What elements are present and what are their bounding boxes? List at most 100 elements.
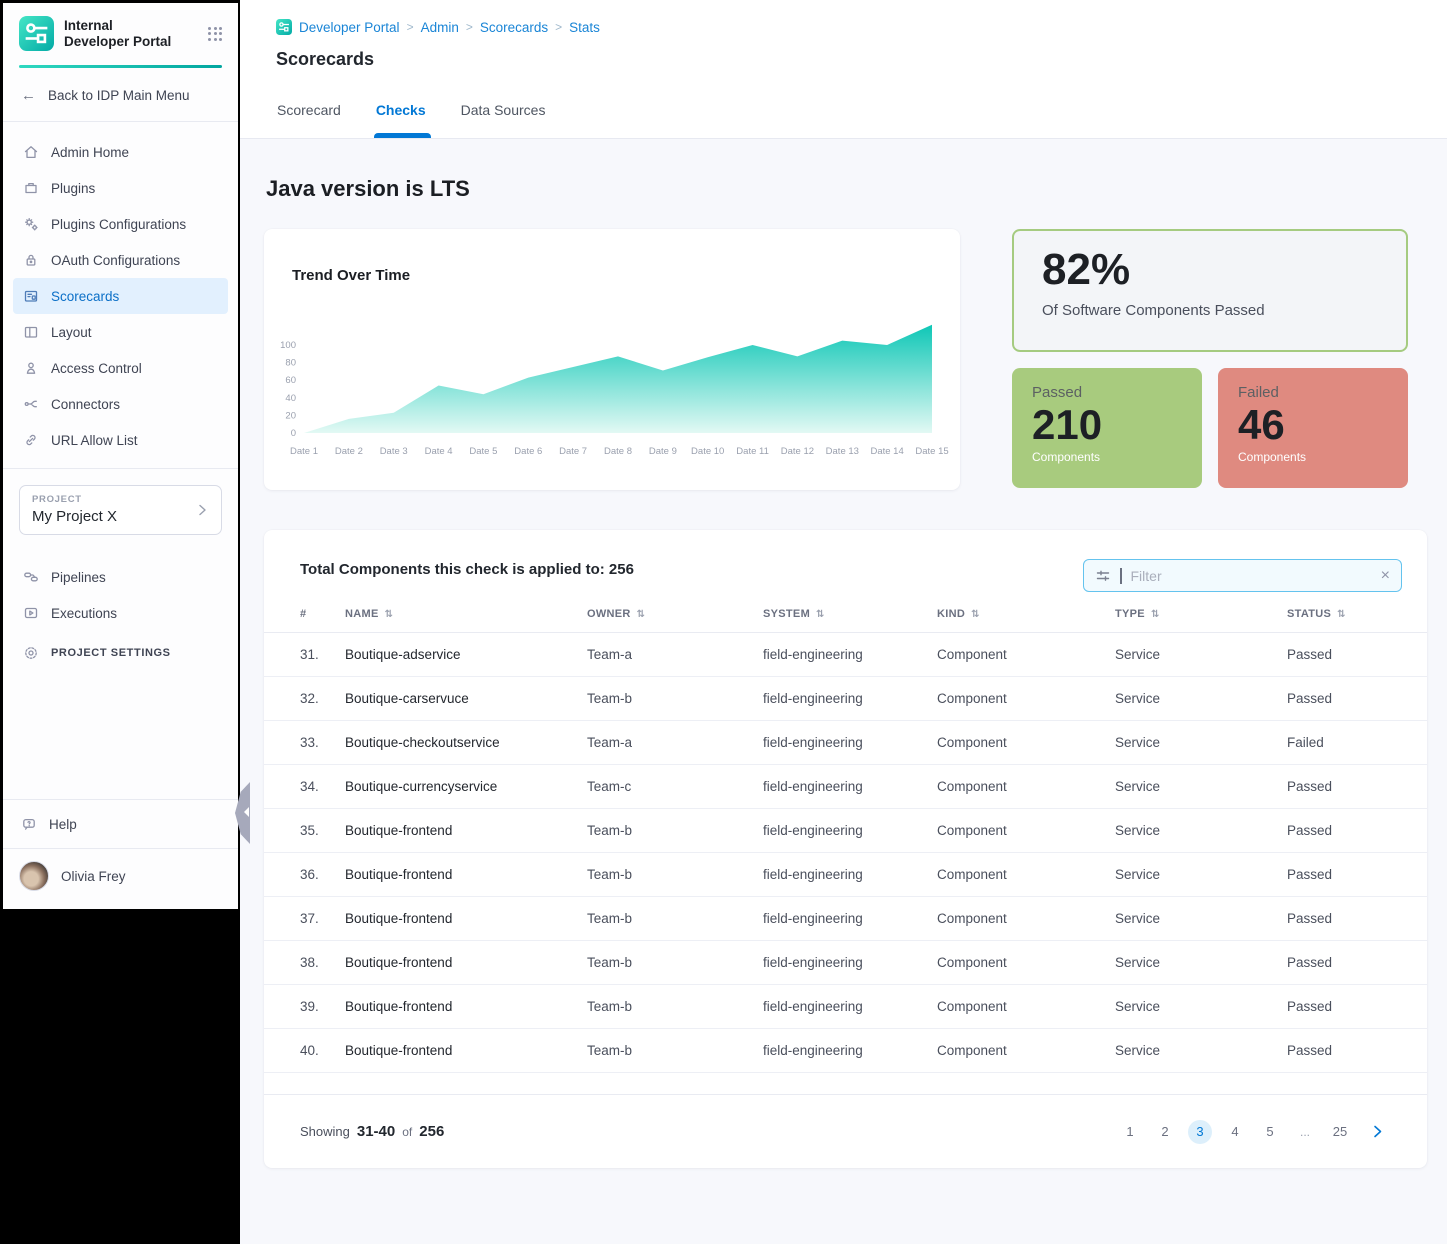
page-button-4[interactable]: 4 — [1223, 1120, 1247, 1144]
cell-owner: Team-b — [587, 809, 763, 853]
cell-status: Passed — [1287, 853, 1427, 897]
sidebar-item-project-settings[interactable]: PROJECT SETTINGS — [13, 635, 228, 671]
failed-caption: Components — [1238, 450, 1388, 464]
cell-index: 31. — [264, 633, 345, 677]
breadcrumb-item-stats[interactable]: Stats — [569, 20, 600, 35]
page-button-1[interactable]: 1 — [1118, 1120, 1142, 1144]
sidebar-nav: Admin HomePluginsPlugins ConfigurationsO… — [3, 122, 238, 462]
app-grid-icon[interactable] — [206, 25, 224, 43]
clear-filter-icon[interactable]: × — [1381, 568, 1390, 584]
sidebar-item-plugins-configurations[interactable]: Plugins Configurations — [13, 206, 228, 242]
cell-owner: Team-a — [587, 721, 763, 765]
table-row[interactable]: 37.Boutique-frontendTeam-bfield-engineer… — [264, 897, 1427, 941]
breadcrumb-separator: > — [555, 20, 562, 34]
cell-kind: Component — [937, 853, 1115, 897]
svg-text:Date 11: Date 11 — [736, 446, 769, 457]
breadcrumb-item-developer-portal[interactable]: Developer Portal — [299, 20, 400, 35]
cell-status: Failed — [1287, 721, 1427, 765]
sidebar-item-executions[interactable]: Executions — [13, 595, 228, 631]
svg-text:Date 15: Date 15 — [915, 446, 948, 457]
sidebar-item-url-allow-list[interactable]: URL Allow List — [13, 422, 228, 458]
cell-owner: Team-b — [587, 897, 763, 941]
project-label: PROJECT — [32, 494, 209, 505]
sidebar-item-layout[interactable]: Layout — [13, 314, 228, 350]
table-row[interactable]: 38.Boutique-frontendTeam-bfield-engineer… — [264, 941, 1427, 985]
cell-index: 34. — [264, 765, 345, 809]
sort-icon: ⇅ — [1151, 609, 1160, 620]
page-button-3[interactable]: 3 — [1188, 1120, 1212, 1144]
cell-owner: Team-b — [587, 941, 763, 985]
tab-data-sources[interactable]: Data Sources — [461, 102, 546, 128]
column-header-owner[interactable]: OWNER⇅ — [587, 598, 763, 633]
cell-index: 40. — [264, 1029, 345, 1073]
cell-kind: Component — [937, 809, 1115, 853]
cell-type: Service — [1115, 633, 1287, 677]
project-name: My Project X — [32, 508, 209, 525]
user-name: Olivia Frey — [61, 869, 126, 884]
svg-text:Date 4: Date 4 — [425, 446, 453, 457]
cell-system: field-engineering — [763, 809, 937, 853]
breadcrumb-item-admin[interactable]: Admin — [421, 20, 459, 35]
idp-logo-icon — [19, 16, 54, 51]
page-button-2[interactable]: 2 — [1153, 1120, 1177, 1144]
cell-name: Boutique-frontend — [345, 985, 587, 1029]
cell-type: Service — [1115, 897, 1287, 941]
cell-kind: Component — [937, 985, 1115, 1029]
svg-text:Date 13: Date 13 — [826, 446, 859, 457]
filter-box: × — [1083, 559, 1402, 592]
column-header-name[interactable]: NAME⇅ — [345, 598, 587, 633]
components-table: #NAME⇅OWNER⇅SYSTEM⇅KIND⇅TYPE⇅STATUS⇅ 31.… — [264, 598, 1427, 1073]
column-header-system[interactable]: SYSTEM⇅ — [763, 598, 937, 633]
scorecards-icon — [23, 288, 39, 304]
cell-name: Boutique-currencyservice — [345, 765, 587, 809]
sort-icon: ⇅ — [1337, 609, 1346, 620]
cell-status: Passed — [1287, 677, 1427, 721]
table-row[interactable]: 34.Boutique-currencyserviceTeam-cfield-e… — [264, 765, 1427, 809]
page-ellipsis: ... — [1293, 1120, 1317, 1144]
user-menu[interactable]: Olivia Frey — [3, 848, 238, 909]
page-button-5[interactable]: 5 — [1258, 1120, 1282, 1144]
table-row[interactable]: 32.Boutique-carservuceTeam-bfield-engine… — [264, 677, 1427, 721]
svg-text:0: 0 — [291, 428, 296, 439]
table-row[interactable]: 39.Boutique-frontendTeam-bfield-engineer… — [264, 985, 1427, 1029]
table-row[interactable]: 31.Boutique-adserviceTeam-afield-enginee… — [264, 633, 1427, 677]
sidebar-item-access-control[interactable]: Access Control — [13, 350, 228, 386]
sidebar-item-admin-home[interactable]: Admin Home — [13, 134, 228, 170]
table-row[interactable]: 35.Boutique-frontendTeam-bfield-engineer… — [264, 809, 1427, 853]
svg-text:Date 1: Date 1 — [290, 446, 318, 457]
tab-checks[interactable]: Checks — [376, 102, 426, 128]
sidebar-footer: Help Olivia Frey — [3, 799, 238, 909]
tab-scorecard[interactable]: Scorecard — [277, 102, 341, 128]
sidebar-item-connectors[interactable]: Connectors — [13, 386, 228, 422]
sidebar-item-scorecards[interactable]: Scorecards — [13, 278, 228, 314]
table-row[interactable]: 33.Boutique-checkoutserviceTeam-afield-e… — [264, 721, 1427, 765]
project-selector[interactable]: PROJECT My Project X — [19, 485, 222, 535]
filter-sliders-icon — [1095, 568, 1111, 584]
table-row[interactable]: 40.Boutique-frontendTeam-bfield-engineer… — [264, 1029, 1427, 1073]
showing-summary: Showing 31-40 of 256 — [300, 1123, 444, 1140]
breadcrumb-item-scorecards[interactable]: Scorecards — [480, 20, 548, 35]
sidebar-item-oauth-configurations[interactable]: OAuth Configurations — [13, 242, 228, 278]
svg-text:100: 100 — [280, 340, 296, 351]
table-row[interactable]: 36.Boutique-frontendTeam-bfield-engineer… — [264, 853, 1427, 897]
sidebar-divider — [3, 468, 238, 469]
help-button[interactable]: Help — [3, 799, 238, 848]
cell-owner: Team-b — [587, 985, 763, 1029]
access-control-icon — [23, 360, 39, 376]
sidebar-item-plugins[interactable]: Plugins — [13, 170, 228, 206]
oauth-icon — [23, 252, 39, 268]
cell-system: field-engineering — [763, 853, 937, 897]
cell-system: field-engineering — [763, 1029, 937, 1073]
page-button-25[interactable]: 25 — [1328, 1120, 1352, 1144]
cell-name: Boutique-checkoutservice — [345, 721, 587, 765]
svg-text:Date 2: Date 2 — [335, 446, 363, 457]
column-header-status[interactable]: STATUS⇅ — [1287, 598, 1427, 633]
column-header-type[interactable]: TYPE⇅ — [1115, 598, 1287, 633]
sidebar-item-pipelines[interactable]: Pipelines — [13, 559, 228, 595]
back-to-idp-main-menu[interactable]: ← Back to IDP Main Menu — [3, 68, 238, 122]
filter-input[interactable] — [1131, 568, 1372, 584]
check-name-heading: Java version is LTS — [266, 176, 470, 202]
next-page-button[interactable] — [1367, 1122, 1387, 1142]
column-header-kind[interactable]: KIND⇅ — [937, 598, 1115, 633]
failed-value: 46 — [1238, 402, 1388, 448]
